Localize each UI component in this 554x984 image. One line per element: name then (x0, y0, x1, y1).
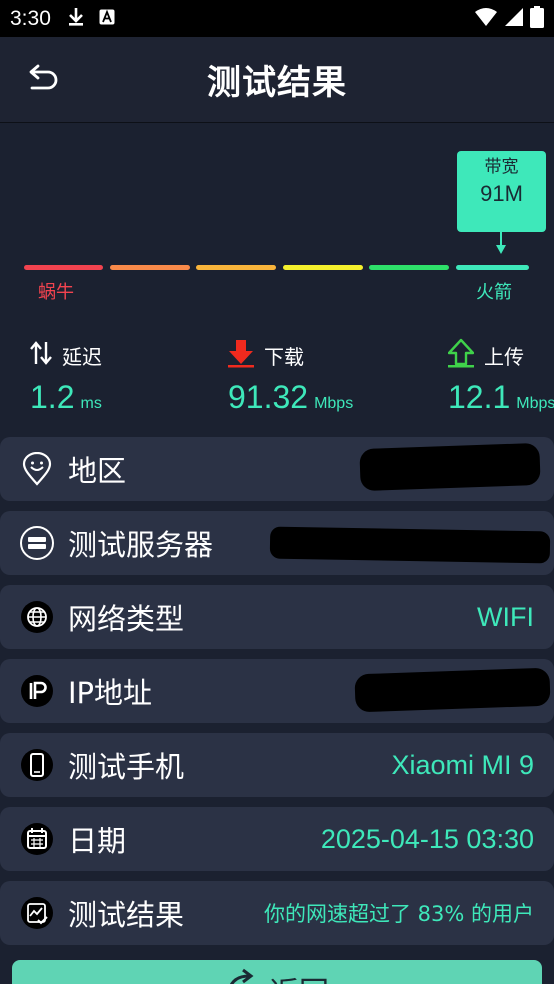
scale-label-fast: 火箭 (476, 282, 512, 303)
row-server: 测试服务器 (0, 511, 554, 575)
status-time: 3:30 (10, 6, 51, 30)
gauge-segment-3 (196, 265, 276, 270)
phone-icon (20, 748, 54, 782)
row-region-label: 地区 (68, 454, 127, 488)
metric-latency: 延迟 1.2 ms (30, 335, 102, 416)
back-button[interactable] (24, 63, 60, 97)
row-test-result-label: 测试结果 (68, 898, 185, 932)
gauge-segment-4 (283, 265, 363, 270)
upload-arrow-icon (447, 338, 475, 372)
a-icon (99, 9, 115, 29)
back-arrow-icon (24, 64, 60, 101)
latency-arrows-icon (30, 340, 52, 370)
row-test-phone-value: Xiaomi MI 9 (391, 749, 534, 780)
wifi-icon (474, 7, 498, 31)
speed-metrics: 延迟 1.2 ms 下载 91.32 Mbps 上传 12.1 Mbps (0, 335, 554, 430)
calendar-icon (20, 822, 54, 856)
metric-upload: 上传 12.1 Mbps (447, 335, 554, 416)
row-server-label: 测试服务器 (68, 528, 214, 562)
bandwidth-gauge: 带宽 91M 蜗牛 火箭 (0, 124, 554, 324)
metric-download: 下载 91.32 Mbps (228, 335, 353, 416)
row-test-result-value: 你的网速超过了 83% 的用户 (263, 902, 534, 926)
globe-icon (20, 600, 54, 634)
scale-label-slow: 蜗牛 (38, 282, 74, 303)
upload-unit: Mbps (516, 395, 554, 412)
row-region: 地区 (0, 437, 554, 501)
latency-unit: ms (80, 395, 102, 412)
row-date-value: 2025-04-15 03:30 (320, 823, 534, 854)
result-chart-icon (20, 896, 54, 930)
app-bar: 测试结果 (0, 37, 554, 123)
ip-icon (20, 674, 54, 708)
bandwidth-value: 91M (480, 181, 523, 206)
row-test-phone: 测试手机 Xiaomi MI 9 (0, 733, 554, 797)
return-button-label: 返回 (269, 968, 329, 984)
row-date-label: 日期 (68, 824, 127, 858)
row-ip-address-label: IP地址 (68, 676, 153, 710)
server-icon (20, 526, 54, 560)
latency-label: 延迟 (62, 344, 102, 369)
bandwidth-bubble: 带宽 91M (457, 151, 546, 232)
row-test-result: 测试结果 你的网速超过了 83% 的用户 (0, 881, 554, 945)
signal-icon (504, 7, 524, 31)
upload-label: 上传 (484, 344, 524, 369)
bandwidth-label: 带宽 (484, 157, 519, 177)
latency-value: 1.2 (30, 379, 75, 415)
gauge-segment-2 (110, 265, 190, 270)
page-title: 测试结果 (207, 63, 347, 103)
ip-redacted-value (354, 667, 551, 713)
region-redacted-value (359, 442, 541, 492)
location-icon (20, 452, 54, 486)
gauge-segment-5 (369, 265, 449, 270)
bubble-pointer-icon (493, 232, 509, 260)
gauge-segment-1 (24, 265, 103, 270)
download-unit: Mbps (314, 395, 354, 412)
return-arrow-icon (225, 968, 255, 984)
download-value: 91.32 (228, 379, 309, 415)
battery-icon (530, 5, 544, 32)
gauge-segment-6 (456, 265, 529, 270)
row-network-type: 网络类型 WIFI (0, 585, 554, 649)
row-ip-address: IP地址 (0, 659, 554, 723)
status-bar: 3:30 (0, 0, 554, 37)
return-button[interactable]: 返回 (12, 960, 542, 984)
row-date: 日期 2025-04-15 03:30 (0, 807, 554, 871)
row-network-type-label: 网络类型 (68, 602, 185, 636)
download-arrow-icon (228, 338, 254, 372)
download-icon (67, 7, 85, 31)
row-network-type-value: WIFI (477, 601, 534, 632)
row-test-phone-label: 测试手机 (68, 750, 185, 784)
upload-value: 12.1 (448, 379, 511, 415)
server-redacted-value (269, 526, 551, 564)
download-label: 下载 (264, 344, 304, 369)
